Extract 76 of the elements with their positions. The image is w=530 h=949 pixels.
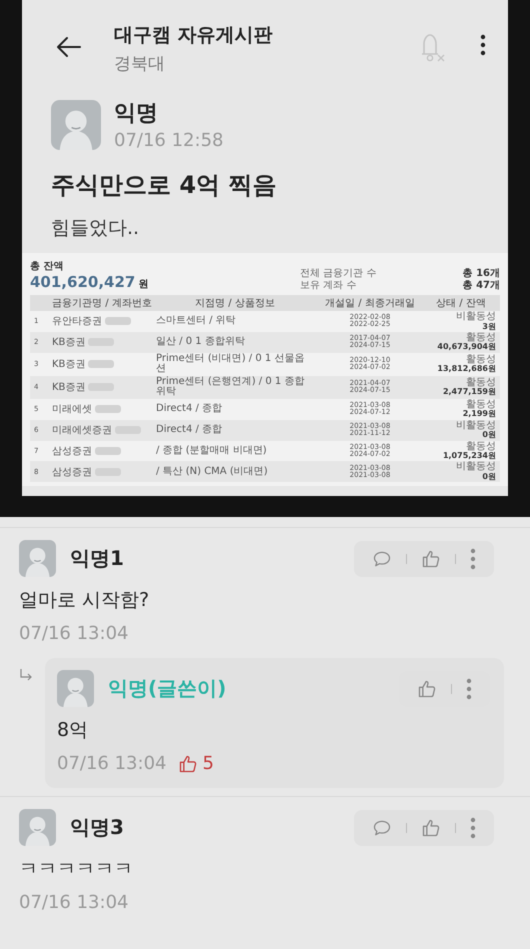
stat-value: 총 16개 — [462, 268, 500, 280]
thumbs-up-icon[interactable] — [417, 678, 437, 698]
comment-text: 8억 — [57, 718, 90, 743]
table-cell-text: 삼성증권 — [52, 466, 92, 479]
table-cell-text: 활동성 — [466, 332, 496, 343]
thumbs-up-icon — [178, 754, 198, 774]
post-title: 주식만으로 4억 찍음 — [50, 170, 278, 201]
post-time: 07/16 12:58 — [114, 130, 224, 151]
total-amount: 401,620,427 — [30, 273, 136, 291]
commenter-name: 익명3 — [70, 814, 125, 841]
table-cell-text: 비활동성 — [456, 462, 496, 472]
avatar-icon — [57, 670, 94, 707]
blur-mark — [95, 405, 121, 414]
table-cell: 0원 — [482, 431, 496, 440]
table-cell: 2,477,159원 — [442, 388, 496, 397]
table-cell-text: Direct4 / 종합 — [156, 424, 224, 436]
column-header: 금융기관명 / 계좌번호 — [52, 297, 152, 310]
reply-arrow-icon — [19, 668, 33, 682]
table-cell: 1,075,234원 — [442, 452, 496, 460]
table-cell-text: Direct4 / 종합 — [156, 404, 224, 414]
table-cell: 40,673,904원 — [437, 343, 496, 352]
table-cell: 비활동성 — [456, 312, 496, 322]
avatar-icon — [19, 540, 56, 577]
table-cell-text: / 특산 (N) CMA (비대면) — [156, 466, 269, 478]
total-label: 총 잔액 — [30, 260, 64, 273]
table-cell-text: 미래에셋 — [52, 403, 92, 416]
post-body: 힘들었다.. — [50, 216, 140, 241]
table-cell-text: 스마트센터 / 위탁 — [156, 316, 237, 327]
table-cell-text: 활동성 — [466, 442, 496, 452]
table-cell: 3원 — [482, 322, 496, 331]
commenter-name: 익명(글쓴이) — [108, 675, 228, 702]
comment-text: ㅋㅋㅋㅋㅋㅋ — [19, 857, 134, 882]
blur-mark — [88, 360, 114, 368]
table-cell-text: 삼성증권 — [52, 445, 92, 458]
more-icon[interactable] — [480, 34, 486, 56]
column-header: 상태 / 잔액 — [436, 297, 486, 310]
back-arrow-icon[interactable] — [56, 36, 82, 58]
thumbs-up-icon[interactable] — [421, 818, 441, 838]
table-cell-text: / 종합 (분할매매 비대면) — [156, 446, 268, 456]
speech-bubble-icon[interactable] — [372, 548, 392, 568]
table-cell-text: 활동성 — [466, 354, 496, 365]
table-cell-text: KB증권 — [52, 336, 86, 350]
table-cell-text: Prime센터 (은행연계) / 0 1 종합위탁 — [156, 376, 306, 398]
school-name: 경북대 — [114, 53, 166, 75]
avatar-icon — [19, 809, 56, 846]
table-cell-text: 활동성 — [466, 378, 496, 388]
table-cell: 13,812,686원 — [437, 365, 496, 374]
table-cell-text: 일산 / 0 1 종합위탁 — [156, 337, 246, 348]
table-cell-text: KB증권 — [52, 381, 86, 394]
column-header: 개설일 / 최종거래일 — [325, 297, 415, 310]
column-header: 지점명 / 상품정보 — [195, 297, 275, 310]
stat-label: 보유 계좌 수 — [300, 280, 356, 291]
board-title: 대구캠 자유게시판 — [114, 23, 274, 48]
table-cell-text: 유안타증권 — [52, 315, 102, 328]
comment-time: 07/16 13:04 — [19, 892, 128, 913]
blur-mark — [105, 317, 131, 326]
speech-bubble-icon[interactable] — [372, 818, 392, 838]
table-cell-text: 비활동성 — [456, 420, 496, 431]
blur-mark — [95, 447, 121, 455]
thumbs-up-icon[interactable] — [421, 548, 441, 568]
table-cell-text: 활동성 — [466, 400, 496, 410]
commenter-name: 익명1 — [70, 545, 125, 572]
stat-value: 총 47개 — [462, 280, 500, 291]
stat-label: 전체 금융기관 수 — [300, 268, 376, 280]
table-cell: 0원 — [482, 472, 496, 482]
comment-time: 07/16 13:04 — [57, 753, 166, 774]
currency-unit: 원 — [138, 278, 148, 291]
table-cell-text: 미래에셋증권 — [52, 424, 112, 438]
comment-text: 얼마로 시작함? — [19, 588, 150, 613]
table-cell: 2,199원 — [462, 410, 496, 419]
table-cell-text: KB증권 — [52, 358, 86, 372]
comment-time: 07/16 13:04 — [19, 623, 128, 644]
author-name: 익명 — [114, 100, 159, 128]
avatar-icon — [51, 100, 101, 150]
table-cell-text: Prime센터 (비대면) / 0 1 선물옵션 — [156, 354, 306, 375]
like-count: 5 — [202, 753, 214, 774]
